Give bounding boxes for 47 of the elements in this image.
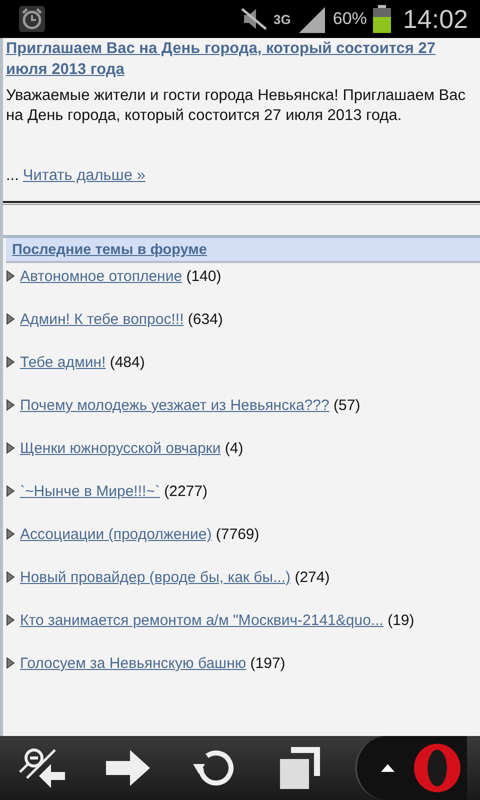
forward-arrow-icon [104,748,152,788]
tabs-icon [278,746,321,790]
topic-link[interactable]: Автономное отопление [20,268,182,285]
topic-link[interactable]: Кто занимается ремонтом а/м "Москвич-2141&quo... [20,612,384,629]
bullet-arrow-icon [6,614,15,626]
topic-count: (19) [388,612,414,629]
topic-count: (7769) [216,526,260,543]
topic-count: (140) [186,268,222,285]
topic-link[interactable]: Голосуем за Невьянскую башню [20,655,246,672]
topic-count: (274) [294,569,330,586]
bullet-arrow-icon [6,356,15,368]
topic-count: (57) [334,397,360,414]
bullet-arrow-icon [6,442,15,454]
read-more-link[interactable]: Читать дальше » [22,167,146,184]
topic-link[interactable]: Админ! К тебе вопрос!!! [20,311,184,328]
bullet-arrow-icon [6,485,15,497]
topic-link[interactable]: Тебе админ! [20,354,106,371]
topic-count: (2277) [164,483,208,500]
topic-link[interactable]: Почему молодежь уезжает из Невьянска??? [20,397,330,414]
bullet-arrow-icon [6,571,15,583]
topic-count: (197) [250,655,286,672]
ring-logo-icon [412,742,462,794]
topic-count: (634) [188,311,223,328]
bullet-arrow-icon [6,313,15,325]
section-heading-link[interactable]: Последние темы в форуме [12,242,207,258]
battery-percent: 60% [332,9,367,29]
network-type: 3G [274,12,291,26]
clock-time: 14:02 [402,4,468,34]
caret-up-icon [381,764,395,772]
topic-link[interactable]: Новый провайдер (вроде бы, как бы...) [20,569,291,586]
topic-link[interactable]: Ассоциации (продолжение) [20,526,212,543]
bullet-arrow-icon [6,399,15,411]
signal-icon [296,5,327,33]
alarm-icon [18,5,46,33]
article-title-link[interactable]: Приглашаем Вас на День города, который состоится 27 июля 2013 года [6,38,480,80]
battery-icon [372,5,391,33]
menu-button[interactable] [355,736,468,800]
bullet-arrow-icon [6,528,15,540]
ellipsis-text: ... [6,167,19,184]
bullet-arrow-icon [6,270,15,282]
topic-link[interactable]: `~Нынче в Мире!!!~` [20,483,160,500]
topic-count: (484) [110,354,145,371]
topic-count: (4) [224,440,244,457]
topic-link[interactable]: Щенки южнорусской овчарки [20,440,221,457]
article-text: Уважаемые жители и гости города Невьянска! Приглашаем Вас на День города, который состоится 27 июля 2013 года. [6,86,466,126]
bullet-arrow-icon [6,657,15,669]
mute-icon [240,7,268,31]
